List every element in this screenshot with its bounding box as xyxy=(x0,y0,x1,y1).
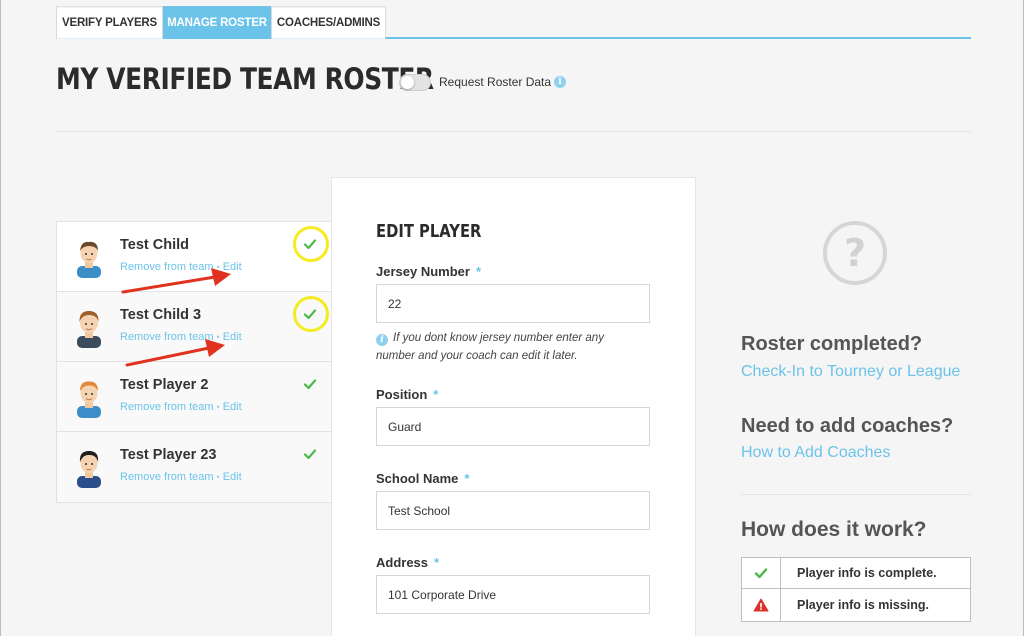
list-item[interactable]: Test Player 23 Remove from team • Edit xyxy=(57,432,331,502)
legend-text: Player info is missing. xyxy=(797,598,929,612)
player-links: Remove from team • Edit xyxy=(120,261,242,273)
highlight-circle xyxy=(293,226,329,262)
position-label: Position * xyxy=(376,387,438,402)
tab-bar: VERIFY PLAYERS MANAGE ROSTER COACHES/ADM… xyxy=(56,6,971,39)
jersey-number-input[interactable] xyxy=(376,284,650,323)
tab-coaches-admins[interactable]: COACHES/ADMINS xyxy=(271,6,386,39)
avatar xyxy=(77,241,101,278)
edit-player-link[interactable]: Edit xyxy=(223,471,242,483)
how-it-works-heading: How does it work? xyxy=(741,518,927,541)
toggle-label: Request Roster Data xyxy=(439,75,552,89)
remove-from-team-link[interactable]: Remove from team xyxy=(120,471,214,483)
link-separator: • xyxy=(216,472,220,482)
tab-manage-roster[interactable]: MANAGE ROSTER xyxy=(163,6,271,39)
field-label-text: Position xyxy=(376,387,428,402)
field-label-text: Jersey Number xyxy=(376,264,470,279)
status-legend: Player info is complete. Player info is … xyxy=(741,557,971,622)
highlight-circle xyxy=(293,296,329,332)
header-divider xyxy=(56,131,971,132)
remove-from-team-link[interactable]: Remove from team xyxy=(120,401,214,413)
player-links: Remove from team • Edit xyxy=(120,471,242,483)
check-icon xyxy=(303,379,317,390)
page-title: MY VERIFIED TEAM ROSTER xyxy=(56,62,434,96)
list-item[interactable]: Test Player 2 Remove from team • Edit xyxy=(57,362,331,432)
school-name-input[interactable] xyxy=(376,491,650,530)
link-separator: • xyxy=(216,262,220,272)
player-name: Test Player 2 xyxy=(120,377,209,393)
avatar xyxy=(77,381,101,418)
legend-row: Player info is missing. xyxy=(742,589,970,621)
help-text-content: If you dont know jersey number enter any… xyxy=(376,332,604,362)
required-marker: * xyxy=(434,555,440,570)
link-separator: • xyxy=(216,332,220,342)
toggle-knob xyxy=(401,76,414,89)
address-label: Address * xyxy=(376,555,439,570)
legend-icon-cell xyxy=(742,589,781,621)
list-item[interactable]: Test Child Remove from team • Edit xyxy=(57,222,331,292)
address-input[interactable] xyxy=(376,575,650,614)
remove-from-team-link[interactable]: Remove from team xyxy=(120,261,214,273)
jersey-help-text: i If you dont know jersey number enter an… xyxy=(376,329,646,365)
legend-icon-cell xyxy=(742,558,781,588)
tab-verify-players[interactable]: VERIFY PLAYERS xyxy=(56,6,163,39)
position-input[interactable] xyxy=(376,407,650,446)
request-roster-toggle[interactable] xyxy=(399,74,431,91)
check-icon xyxy=(754,568,768,579)
field-label-text: Address xyxy=(376,555,429,570)
info-icon: i xyxy=(376,334,388,346)
edit-player-title: EDIT PLAYER xyxy=(376,221,482,242)
how-to-add-coaches-link[interactable]: How to Add Coaches xyxy=(741,444,890,462)
school-name-label: School Name * xyxy=(376,471,469,486)
edit-player-link[interactable]: Edit xyxy=(223,261,242,273)
list-item[interactable]: Test Child 3 Remove from team • Edit xyxy=(57,292,331,362)
info-icon[interactable]: i xyxy=(554,76,566,88)
avatar xyxy=(77,451,101,488)
player-list: Test Child Remove from team • Edit Test Ch… xyxy=(56,221,332,503)
avatar xyxy=(77,311,101,348)
legend-row: Player info is complete. xyxy=(742,558,970,589)
field-label-text: School Name xyxy=(376,471,459,486)
player-links: Remove from team • Edit xyxy=(120,331,242,343)
jersey-number-label: Jersey Number * xyxy=(376,264,481,279)
remove-from-team-link[interactable]: Remove from team xyxy=(120,331,214,343)
required-marker: * xyxy=(433,387,439,402)
roster-completed-heading: Roster completed? xyxy=(741,333,923,355)
edit-player-link[interactable]: Edit xyxy=(223,401,242,413)
link-separator: • xyxy=(216,402,220,412)
edit-player-panel: EDIT PLAYER Jersey Number * iIf you dont … xyxy=(331,177,696,636)
edit-player-link[interactable]: Edit xyxy=(223,331,242,343)
add-coaches-heading: Need to add coaches? xyxy=(741,415,954,437)
player-name: Test Child xyxy=(120,237,190,253)
legend-text: Player info is complete. xyxy=(797,566,937,580)
question-icon: ? xyxy=(823,221,887,285)
required-marker: * xyxy=(464,471,470,486)
player-links: Remove from team • Edit xyxy=(120,401,242,413)
check-icon xyxy=(303,449,317,460)
sidebar-divider xyxy=(741,494,971,495)
player-name: Test Child 3 xyxy=(120,307,202,323)
check-in-link[interactable]: Check-In to Tourney or League xyxy=(741,363,960,381)
warning-icon xyxy=(753,598,769,612)
required-marker: * xyxy=(475,264,482,279)
player-name: Test Player 23 xyxy=(120,447,217,463)
